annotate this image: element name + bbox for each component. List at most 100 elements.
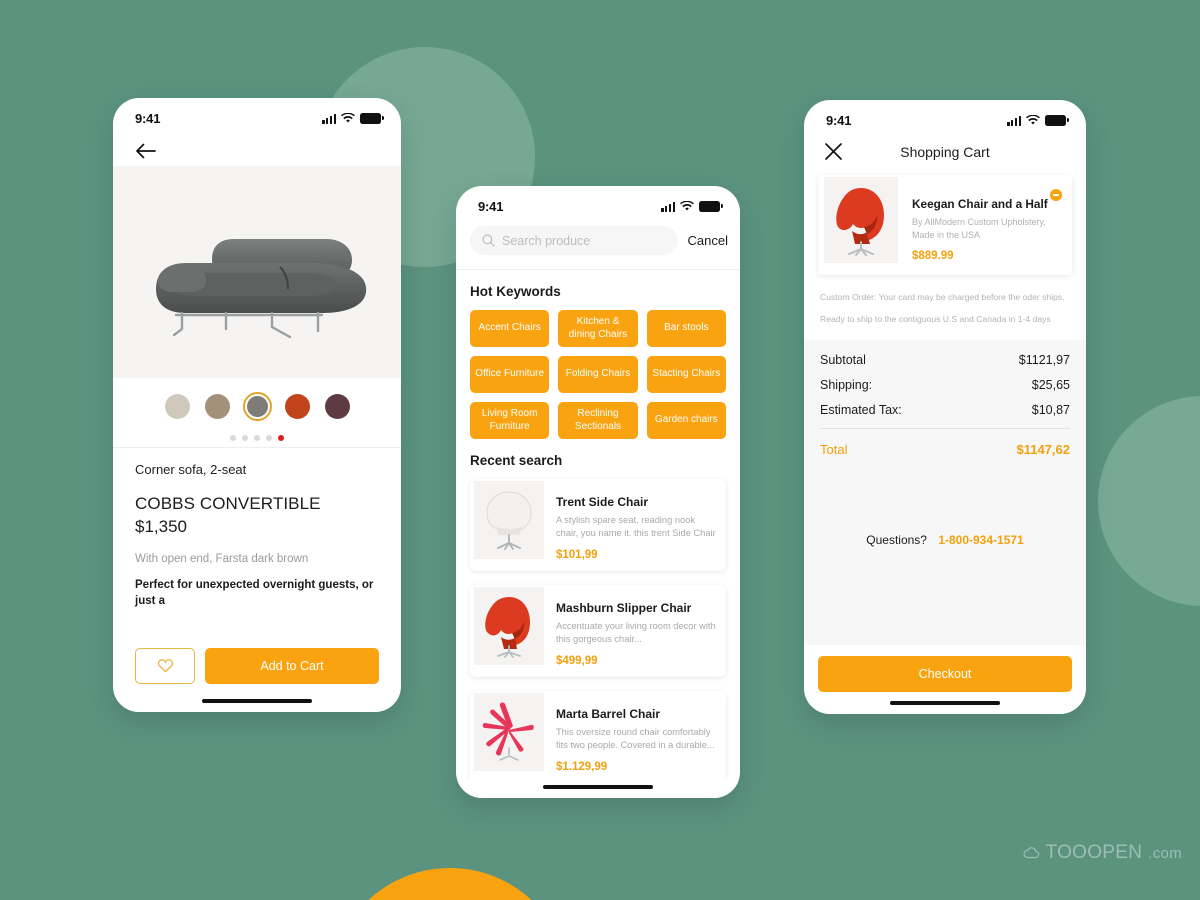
screenshot-canvas: 9:41 Corner sofa, 2-seat COBBS CONVERTIB… [0,0,1200,900]
hot-keyword-chip[interactable]: Bar stools [646,310,726,347]
recent-search-item[interactable]: Mashburn Slipper Chair Accentuate your li… [470,585,726,678]
hot-keyword-chip[interactable]: Living Room Furniture [470,402,550,439]
carousel-dot[interactable] [230,435,236,441]
carousel-dot[interactable] [278,435,284,441]
hot-keyword-chip[interactable]: Folding Chairs [558,356,638,393]
product-info: Corner sofa, 2-seat COBBS CONVERTIBLE $1… [113,447,401,638]
carousel-dot[interactable] [242,435,248,441]
status-time: 9:41 [135,111,161,126]
color-swatch-light-beige[interactable] [163,392,192,421]
cart-item-body: Keegan Chair and a Half By AllModern Cus… [912,185,1060,263]
cart-totals: Subtotal $1121,97 Shipping: $25,65 Estimated… [804,339,1086,645]
heart-icon [157,659,173,673]
cart-item-thumbnail [824,177,898,263]
recent-item-body: Mashburn Slipper Chair Accentuate your li… [556,593,716,667]
battery-icon [1045,115,1069,126]
favorite-button[interactable] [135,647,195,684]
arrow-left-icon [136,143,156,159]
total-line-value: $1121,97 [1018,352,1070,367]
cloud-icon [1022,846,1039,858]
battery-icon [699,201,723,212]
total-line-value: $25,65 [1031,377,1070,392]
back-button[interactable] [113,132,401,166]
recent-search-list: Trent Side Chair A stylish spare seat, re… [470,479,726,778]
cancel-button[interactable]: Cancel [688,233,728,248]
cart-note: Ready to ship to the contiguous U.S and … [820,313,1051,324]
recent-item-thumbnail [474,587,544,666]
total-label: Total [820,441,848,457]
cart-item[interactable]: Keegan Chair and a Half By AllModern Cus… [818,175,1072,275]
swatch-list [113,392,401,421]
checkout-button[interactable]: Checkout [818,655,1072,692]
status-bar: 9:41 [456,186,740,220]
wifi-icon [341,113,355,123]
close-icon[interactable] [824,142,843,161]
carousel-dots[interactable] [113,435,401,441]
watermark-brand: TOOOPEN [1045,842,1143,863]
hot-keyword-chip[interactable]: Garden chairs [646,402,726,439]
product-actions: Add to Cart [113,638,401,692]
swatch-fill [284,394,310,419]
phone-shopping-cart: 9:41 Shopping Cart Keegan Chair and a Ha… [804,100,1086,714]
hot-keyword-chip[interactable]: Office Furniture [470,356,550,393]
white-ball-chair-icon [486,491,532,550]
cart-notes: Custom Order: Your card may be charged b… [804,275,1086,340]
status-bar: 9:41 [804,100,1086,134]
product-category: Corner sofa, 2-seat [135,462,247,477]
recent-item-description: Accentuate your living room decor with t… [556,621,716,645]
watermark: TOOOPEN .com [1022,842,1183,864]
decorative-circle-right [1098,396,1200,606]
swatch-fill [204,394,230,419]
carousel-dot[interactable] [254,435,260,441]
total-value: $1147,62 [1016,441,1070,457]
status-icons [322,113,384,124]
hot-keywords-heading: Hot Keywords [470,284,561,299]
cellular-signal-icon [1007,115,1021,126]
color-swatch-tan-brown[interactable] [203,392,232,421]
swatch-fill [164,394,190,419]
remove-circle-icon[interactable] [1050,189,1062,201]
search-icon [482,234,495,247]
search-header: Search produce Cancel [456,220,740,270]
hot-keyword-chip[interactable]: Kitchen & dining Chairs [558,310,638,347]
carousel-dot[interactable] [266,435,272,441]
questions-label: Questions? [866,532,927,547]
recent-search-item[interactable]: Marta Barrel Chair This oversize round ch… [470,691,726,778]
search-content: Hot Keywords Accent Chairs Kitchen & dini… [456,270,740,778]
watermark-suffix: .com [1148,844,1182,862]
total-line-label: Shipping: [820,377,873,392]
cart-header: Shopping Cart [804,134,1086,175]
search-input[interactable]: Search produce [470,226,678,255]
status-bar: 9:41 [113,98,401,132]
add-to-cart-button[interactable]: Add to Cart [205,647,379,684]
cart-note: Custom Order: Your card may be charged b… [820,292,1065,302]
wifi-icon [680,201,694,211]
color-swatch-gray[interactable] [242,392,272,421]
questions-phone[interactable]: 1-800-934-1571 [938,533,1023,547]
swatch-fill [324,394,350,419]
red-egg-chair-icon [485,597,530,658]
product-subtitle: With open end, Farsta dark brown [135,553,309,565]
home-indicator [804,693,1086,714]
phone-product-detail: 9:41 Corner sofa, 2-seat COBBS CONVERTIB… [113,98,401,712]
recent-item-description: A stylish spare seat, reading nook chair… [556,515,716,539]
status-icons [661,201,723,212]
checkout-section: Checkout [804,644,1086,694]
total-line-item: Subtotal $1121,97 [820,353,1070,367]
color-swatch-dark-maroon[interactable] [323,392,352,421]
swatch-fill [246,396,268,417]
home-indicator [456,777,740,798]
total-line-item: Shipping: $25,65 [820,378,1070,392]
product-hero-image [113,166,401,378]
recent-search-item[interactable]: Trent Side Chair A stylish spare seat, re… [470,479,726,572]
sofa-illustration [155,239,366,339]
hot-keyword-chip[interactable]: Stacting Chairs [646,356,726,393]
hot-keyword-chip[interactable]: Reclining Sectionals [558,402,638,439]
total-row: Total $1147,62 [820,442,1070,457]
phone-search: 9:41 Search produce Cancel Hot Keywords … [456,186,740,798]
recent-item-thumbnail [474,693,544,772]
hot-keyword-chip[interactable]: Accent Chairs [470,310,550,347]
recent-item-price: $1.129,99 [556,761,608,774]
status-time: 9:41 [826,113,852,128]
color-swatch-rust-orange[interactable] [283,392,312,421]
